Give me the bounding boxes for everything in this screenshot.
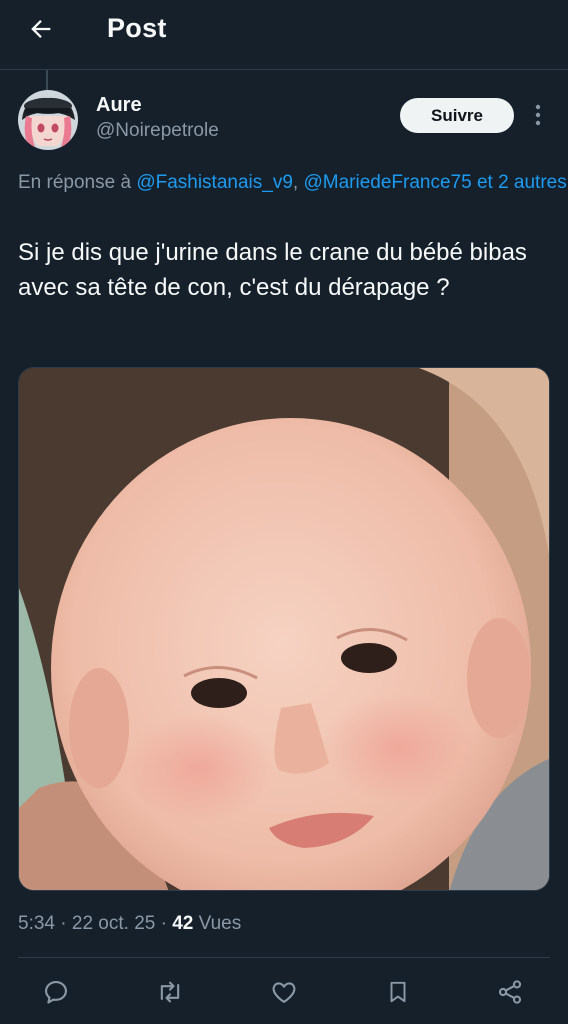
arrow-left-icon: [31, 20, 51, 38]
views-label: Vues: [193, 913, 242, 934]
back-button[interactable]: [26, 14, 56, 44]
mention-link[interactable]: @MariedeFrance75: [303, 172, 471, 193]
anime-avatar-image: [18, 90, 78, 150]
page-title: Post: [107, 13, 167, 43]
more-options-button[interactable]: [528, 102, 548, 128]
meta-separator: ·: [54, 913, 72, 934]
bookmark-icon: [390, 981, 406, 1003]
post-time: 5:34: [18, 913, 55, 934]
post-metadata: 5:34 · 22 oct. 25 · 42 Vues: [18, 913, 241, 935]
retweet-icon: [160, 981, 180, 1003]
action-bar: [0, 972, 568, 1016]
top-bar: Post: [0, 0, 568, 70]
tweet-photo[interactable]: [18, 367, 550, 891]
more-vertical-icon: [535, 104, 541, 126]
share-icon: [498, 980, 522, 1004]
others-link[interactable]: et 2 autres: [472, 172, 567, 193]
like-button[interactable]: [264, 972, 304, 1012]
bookmark-button[interactable]: [378, 972, 418, 1012]
reply-button[interactable]: [36, 972, 76, 1012]
views-count[interactable]: 42: [172, 913, 193, 934]
baby-face-photo: [19, 368, 549, 890]
author-handle[interactable]: @Noirepetrole: [96, 120, 219, 142]
author-name[interactable]: Aure: [96, 94, 142, 117]
thread-connector-line: [46, 70, 48, 90]
follow-button[interactable]: Suivre: [400, 98, 514, 133]
retweet-button[interactable]: [150, 972, 190, 1012]
mention-link[interactable]: @Fashistanais_v9: [136, 172, 293, 193]
avatar[interactable]: [18, 90, 78, 150]
tweet-text: Si je dis que j'urine dans le crane du b…: [18, 239, 527, 301]
share-button[interactable]: [490, 972, 530, 1012]
post-date: 22 oct. 25: [71, 913, 156, 934]
reply-context: En réponse à @Fashistanais_v9, @MariedeF…: [18, 168, 568, 198]
reply-icon: [45, 981, 67, 1004]
divider: [18, 957, 550, 958]
reply-prefix: En réponse à: [18, 172, 137, 193]
meta-separator: ·: [155, 913, 173, 934]
reply-separator: ,: [292, 172, 304, 193]
like-icon: [272, 982, 296, 1003]
